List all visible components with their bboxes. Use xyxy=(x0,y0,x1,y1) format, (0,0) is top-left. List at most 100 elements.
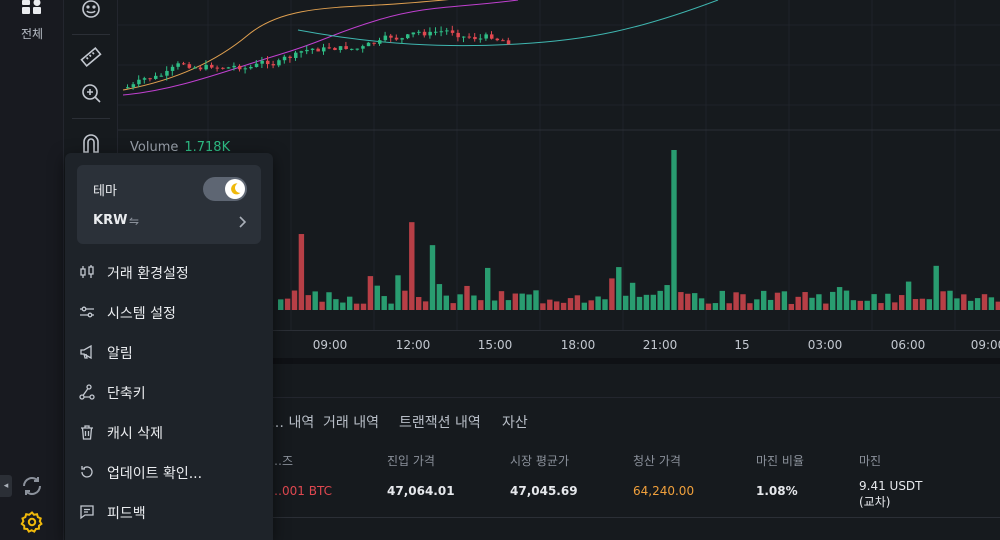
candle-body xyxy=(193,67,197,69)
time-axis-label: 21:00 xyxy=(642,338,678,352)
volume-bar xyxy=(278,299,284,310)
volume-bar xyxy=(754,299,760,310)
menu-item-label: 캐시 삭제 xyxy=(107,426,163,442)
grid-icon[interactable] xyxy=(22,0,42,14)
volume-bar xyxy=(954,298,960,310)
volume-bar xyxy=(885,293,891,310)
candle-body xyxy=(176,63,180,67)
candle-body xyxy=(210,64,214,68)
volume-bar xyxy=(767,299,774,310)
volume-bar xyxy=(643,294,650,310)
volume-bar xyxy=(830,291,836,310)
candle-body xyxy=(389,35,393,38)
volume-bar xyxy=(788,303,794,310)
candle-body xyxy=(422,31,427,36)
volume-bar xyxy=(747,303,753,310)
volume-bar xyxy=(657,290,663,310)
tab-transaction-history[interactable]: 트랜잭션 내역 xyxy=(399,412,481,432)
time-axis-label: 18:00 xyxy=(560,338,596,352)
volume-bar xyxy=(381,296,387,310)
volume-bar xyxy=(512,293,518,310)
volume-bar xyxy=(629,282,636,310)
menu-item-notifications[interactable]: 알림 xyxy=(79,340,263,364)
candle-body xyxy=(372,42,376,44)
volume-bar xyxy=(871,294,877,310)
candle-body xyxy=(411,32,416,35)
volume-bar xyxy=(409,222,415,310)
menu-item-clear-cache[interactable]: 캐시 삭제 xyxy=(79,420,263,444)
candle-body xyxy=(131,84,136,88)
time-axis-label: 15 xyxy=(734,338,750,352)
menu-item-label: 업데이트 확인... xyxy=(107,466,203,482)
volume-bar xyxy=(443,295,449,310)
tab-assets[interactable]: 자산 xyxy=(502,412,528,432)
ruler-icon[interactable] xyxy=(80,46,102,68)
candle-body xyxy=(204,64,208,70)
candle-body xyxy=(394,37,399,40)
ma-mid-line xyxy=(122,0,519,96)
magnet-icon[interactable] xyxy=(80,132,102,154)
volume-bar xyxy=(995,301,1000,310)
settings-gear-icon[interactable] xyxy=(20,510,44,534)
candle-body xyxy=(238,65,242,70)
collapse-arrow-icon[interactable]: ◂ xyxy=(0,475,12,497)
swap-icon: ⇋ xyxy=(129,214,140,228)
candle-body xyxy=(462,36,466,38)
tab-trade-history[interactable]: 거래 내역 xyxy=(323,412,379,432)
margin-mode: (교차) xyxy=(859,495,891,509)
menu-item-label: 단축키 xyxy=(107,386,146,402)
candle-body xyxy=(366,42,371,47)
col-size: …즈 xyxy=(270,454,294,468)
col-liq-price: 청산 가격 xyxy=(633,454,681,468)
volume-bar xyxy=(491,300,498,310)
candle-body xyxy=(187,64,192,68)
volume-bar xyxy=(919,298,926,310)
volume-bar xyxy=(905,281,912,310)
volume-bar xyxy=(712,303,719,310)
volume-bar xyxy=(823,303,829,310)
menu-item-check-updates[interactable]: 업데이트 확인... xyxy=(79,460,263,484)
volume-bar xyxy=(609,278,615,310)
candle-body xyxy=(198,67,203,70)
rail-all-label[interactable]: 전체 xyxy=(0,25,64,42)
candle-body xyxy=(434,31,438,33)
time-axis-label: 09:00 xyxy=(970,338,1000,352)
settings-menu: 테마 KRW ⇋ 거래 환경설정 시스템 설정 알림 단축키 캐시 삭제 업데이… xyxy=(65,153,273,540)
volume-bar xyxy=(395,275,401,310)
menu-item-trading-preferences[interactable]: 거래 환경설정 xyxy=(79,260,263,284)
candle-body xyxy=(428,31,432,36)
volume-bar xyxy=(526,294,532,310)
candle-body xyxy=(277,60,281,66)
megaphone-icon xyxy=(80,344,92,360)
menu-item-feedback[interactable]: 피드백 xyxy=(79,500,263,524)
volume-bar xyxy=(588,300,594,310)
theme-toggle[interactable] xyxy=(203,177,247,201)
volume-bar xyxy=(457,294,463,310)
volume-bar xyxy=(326,292,332,310)
volume-bar xyxy=(340,302,346,310)
time-axis-label: 15:00 xyxy=(477,338,513,352)
sync-icon[interactable] xyxy=(20,474,44,498)
volume-bar xyxy=(567,298,574,310)
menu-item-shortcuts[interactable]: 단축키 xyxy=(79,380,263,404)
chevron-right-icon xyxy=(239,216,247,228)
volume-bar xyxy=(581,302,587,310)
menu-item-system-settings[interactable]: 시스템 설정 xyxy=(79,300,263,324)
candle-body xyxy=(467,36,472,38)
zoom-in-icon[interactable] xyxy=(80,82,102,104)
toolbar-divider xyxy=(72,34,110,35)
candle-body xyxy=(260,60,264,64)
emoji-icon[interactable] xyxy=(80,0,102,22)
volume-bar xyxy=(471,295,477,310)
feedback-icon xyxy=(80,505,94,520)
currency-selector[interactable]: KRW ⇋ xyxy=(93,213,249,233)
candle-body xyxy=(378,40,382,44)
volume-bar xyxy=(726,303,732,310)
candle-body xyxy=(355,48,360,50)
menu-item-label: 알림 xyxy=(107,346,133,362)
volume-bar xyxy=(333,299,339,310)
theme-label: 테마 xyxy=(93,184,117,199)
volume-bar xyxy=(761,290,767,310)
volume-bar xyxy=(505,300,512,310)
tab-history[interactable]: … 내역 xyxy=(270,412,314,432)
